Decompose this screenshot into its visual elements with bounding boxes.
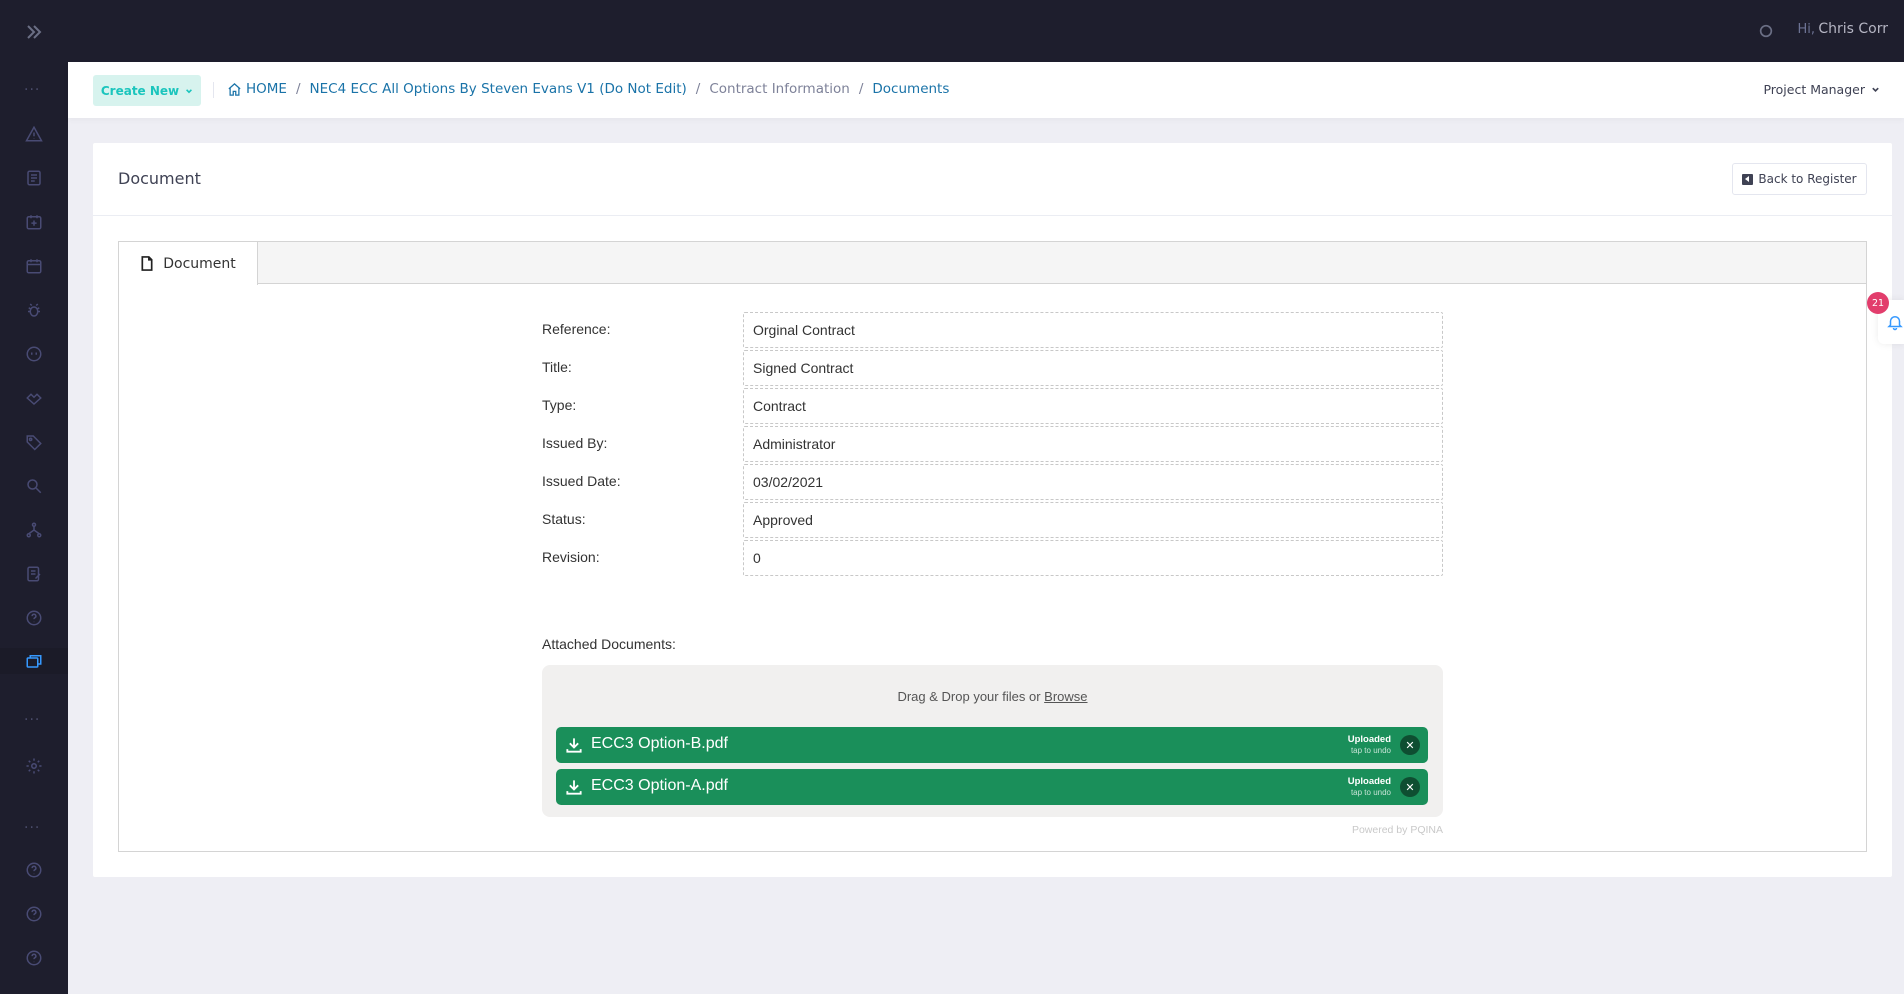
breadcrumb-home[interactable]: HOME [246, 81, 287, 97]
quote-icon[interactable] [22, 342, 46, 366]
file-icon [141, 256, 153, 271]
greeting-text: Hi, [1797, 22, 1815, 37]
file-status: Uploaded tap to undo [1348, 776, 1391, 798]
bell-icon [1887, 316, 1903, 331]
search-icon[interactable] [22, 474, 46, 498]
calendar-plus-icon[interactable] [22, 210, 46, 234]
revision-field[interactable]: 0 [743, 540, 1443, 576]
remove-file-button[interactable]: ✕ [1400, 735, 1420, 755]
revision-label: Revision: [542, 549, 600, 565]
file-status-hint: tap to undo [1350, 746, 1391, 755]
breadcrumb-page[interactable]: Documents [872, 81, 949, 97]
sidebar: ··· ··· ··· [0, 0, 68, 994]
card-header: Document Back to Register [93, 143, 1892, 216]
role-label: Project Manager [1763, 82, 1865, 97]
calendar-31-icon[interactable] [22, 254, 46, 278]
issued-by-label: Issued By: [542, 435, 608, 451]
uploaded-file-item[interactable]: ECC3 Option-B.pdf Uploaded tap to undo ✕ [556, 727, 1428, 763]
file-name: ECC3 Option-B.pdf [591, 735, 728, 752]
bug-icon[interactable] [22, 298, 46, 322]
form-row-issued-by: Issued By: Administrator [542, 426, 1443, 462]
form-row-reference: Reference: Orginal Contract [542, 312, 1443, 348]
signature-icon[interactable] [22, 562, 46, 586]
file-status-text: Uploaded [1347, 776, 1391, 787]
help-icon[interactable] [22, 946, 46, 970]
breadcrumb-separator: / [295, 81, 301, 97]
attached-documents-label: Attached Documents: [542, 636, 676, 652]
title-label: Title: [542, 359, 572, 375]
back-to-register-button[interactable]: Back to Register [1732, 163, 1867, 195]
file-status: Uploaded tap to undo [1348, 734, 1391, 756]
help-icon[interactable] [22, 606, 46, 630]
status-field[interactable]: Approved [743, 502, 1443, 538]
user-name[interactable]: Chris Corr [1818, 21, 1888, 37]
notification-count-badge: 21 [1867, 292, 1889, 314]
sidebar-section-dots: ··· [24, 712, 41, 728]
form-row-title: Title: Signed Contract [542, 350, 1443, 386]
form-row-status: Status: Approved [542, 502, 1443, 538]
reference-field[interactable]: Orginal Contract [743, 312, 1443, 348]
dropzone-instruction: Drag & Drop your files or [897, 689, 1041, 704]
issued-date-label: Issued Date: [542, 473, 621, 489]
title-field[interactable]: Signed Contract [743, 350, 1443, 386]
issued-date-field[interactable]: 03/02/2021 [743, 464, 1443, 500]
create-new-button[interactable]: Create New [93, 75, 201, 106]
topbar: Hi, Chris Corr [68, 0, 1904, 62]
settings-icon[interactable] [22, 754, 46, 778]
documents-icon[interactable] [22, 649, 46, 673]
form-row-issued-date: Issued Date: 03/02/2021 [542, 464, 1443, 500]
tab-document[interactable]: Document [119, 242, 258, 285]
type-field[interactable]: Contract [743, 388, 1443, 424]
alert-icon[interactable] [22, 122, 46, 146]
handshake-icon[interactable] [22, 386, 46, 410]
browse-link[interactable]: Browse [1044, 689, 1087, 704]
breadcrumb-section: Contract Information [709, 81, 850, 97]
help-icon[interactable] [22, 858, 46, 882]
file-dropzone[interactable]: Drag & Drop your files or Browse ECC3 Op… [542, 665, 1443, 817]
form-row-type: Type: Contract [542, 388, 1443, 424]
chevron-down-icon [1872, 87, 1879, 92]
reference-label: Reference: [542, 321, 611, 337]
tag-icon[interactable] [22, 430, 46, 454]
type-label: Type: [542, 397, 577, 413]
sitemap-icon[interactable] [22, 518, 46, 542]
sidebar-section-dots: ··· [24, 82, 41, 98]
form-row-revision: Revision: 0 [542, 540, 1443, 576]
search-icon[interactable] [1758, 23, 1774, 39]
breadcrumb-project[interactable]: NEC4 ECC All Options By Steven Evans V1 … [310, 81, 687, 97]
tab-document-label: Document [163, 255, 236, 272]
sidebar-section-dots: ··· [24, 820, 41, 836]
issued-by-field[interactable]: Administrator [743, 426, 1443, 462]
breadcrumb: HOME / NEC4 ECC All Options By Steven Ev… [227, 81, 949, 97]
download-icon[interactable] [564, 777, 584, 797]
breadcrumb-separator: / [695, 81, 701, 97]
remove-file-button[interactable]: ✕ [1400, 777, 1420, 797]
tab-bar: Document [119, 242, 1866, 285]
subheader: Create New HOME / NEC4 ECC All Options B… [68, 62, 1904, 118]
uploaded-file-item[interactable]: ECC3 Option-A.pdf Uploaded tap to undo ✕ [556, 769, 1428, 805]
powered-by-text[interactable]: Powered by PQINA [1243, 824, 1443, 836]
status-label: Status: [542, 511, 586, 527]
file-status-hint: tap to undo [1350, 788, 1391, 797]
download-icon[interactable] [564, 735, 584, 755]
create-new-label: Create New [100, 83, 180, 98]
back-to-register-label: Back to Register [1758, 172, 1857, 186]
file-name: ECC3 Option-A.pdf [591, 777, 728, 794]
page-title: Document [118, 169, 201, 188]
breadcrumb-separator: / [858, 81, 864, 97]
chevrons-right-icon[interactable] [22, 20, 46, 44]
file-status-text: Uploaded [1347, 734, 1391, 745]
divider [213, 82, 214, 98]
list-icon[interactable] [22, 166, 46, 190]
back-icon [1742, 173, 1754, 185]
chevron-down-icon [186, 88, 193, 93]
help-icon[interactable] [22, 902, 46, 926]
role-dropdown[interactable]: Project Manager [1763, 82, 1880, 97]
dropzone-text: Drag & Drop your files or Browse [542, 689, 1443, 704]
home-icon[interactable] [227, 82, 242, 97]
